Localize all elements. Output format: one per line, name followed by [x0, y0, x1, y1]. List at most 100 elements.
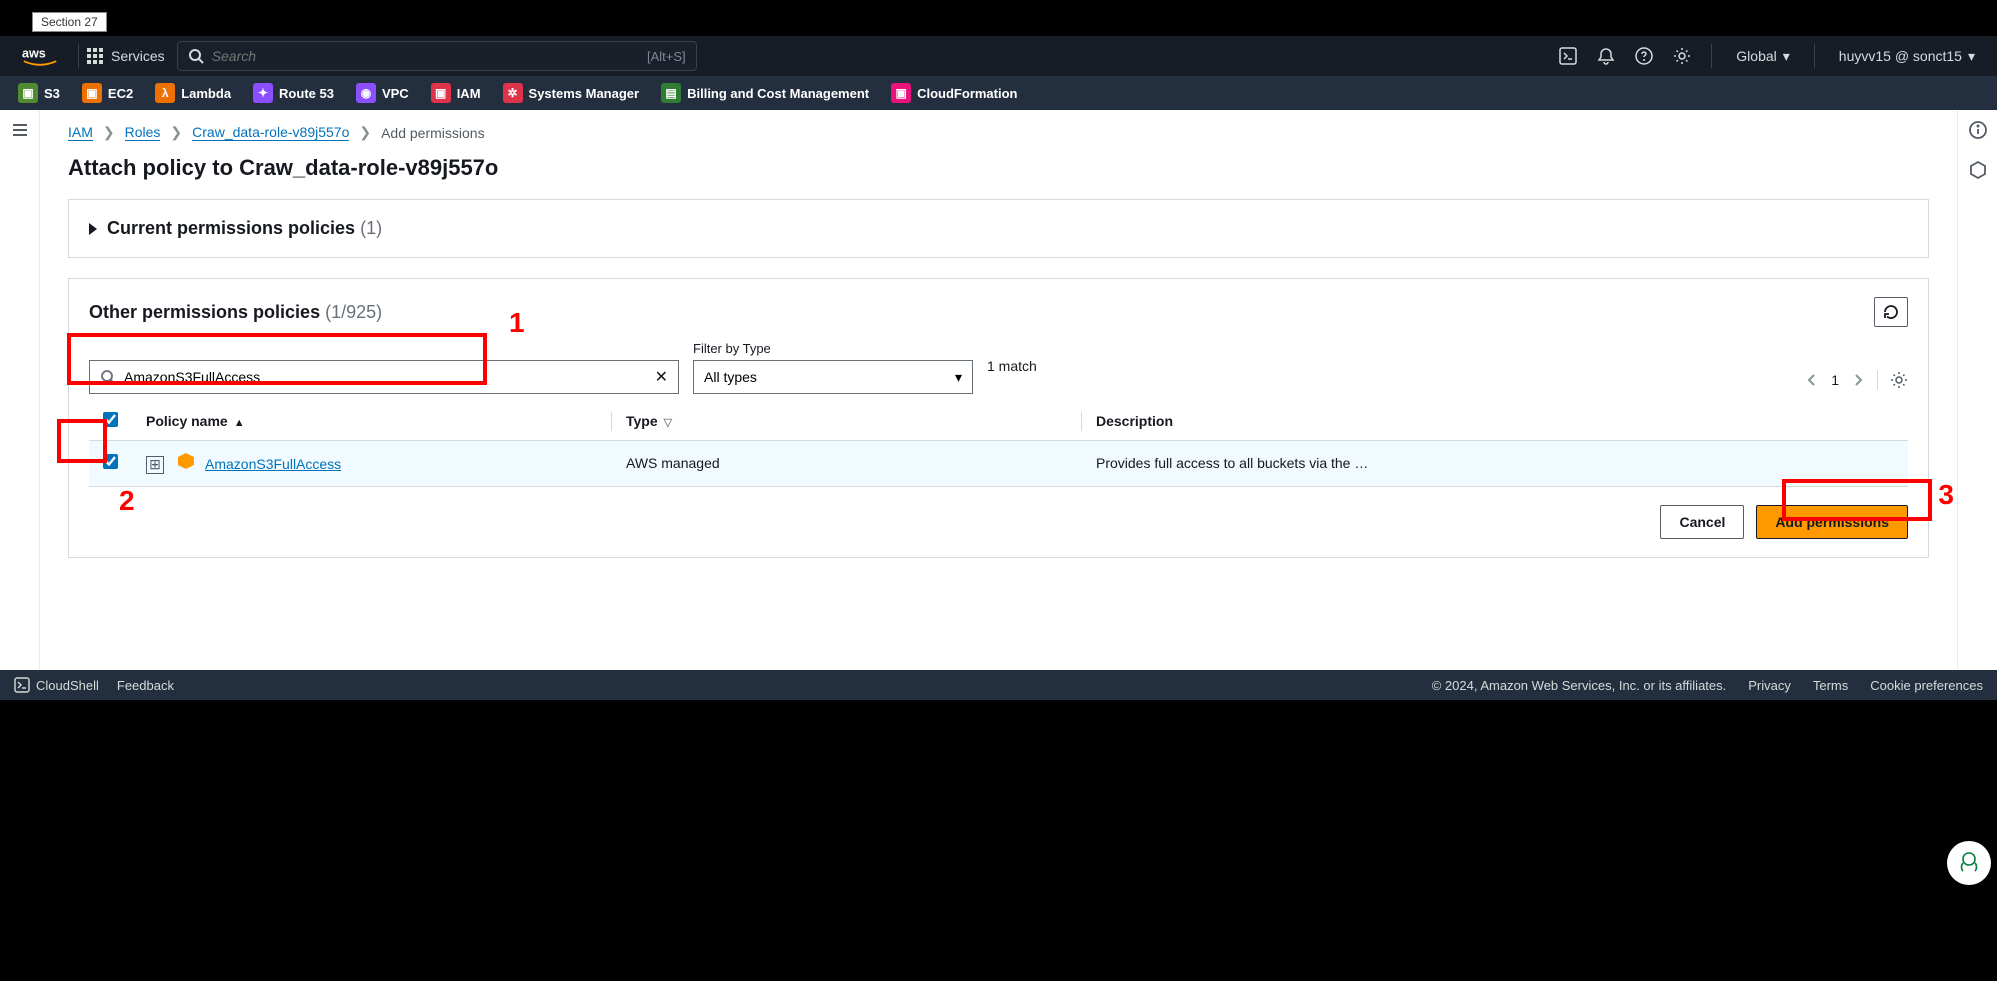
- refresh-button[interactable]: [1874, 297, 1908, 327]
- annotation-2: 2: [119, 485, 135, 517]
- region-selector[interactable]: Global ▾: [1724, 48, 1802, 65]
- current-permissions-panel[interactable]: Current permissions policies (1): [69, 200, 1928, 257]
- sort-asc-icon: ▲: [234, 417, 245, 429]
- cloudshell-link[interactable]: CloudShell: [14, 677, 99, 693]
- favorites-bar: ▣S3 ▣EC2 λLambda ✦Route 53 ◉VPC ▣IAM ✲Sy…: [0, 76, 1997, 110]
- fav-label: VPC: [382, 86, 409, 101]
- help-icon[interactable]: [1627, 39, 1661, 73]
- fav-s3[interactable]: ▣S3: [10, 79, 68, 107]
- chevron-right-icon: ❯: [359, 124, 371, 141]
- breadcrumb-iam[interactable]: IAM: [68, 124, 93, 141]
- prev-page-icon[interactable]: [1805, 373, 1819, 387]
- filter-type-value: All types: [704, 369, 757, 385]
- copyright: © 2024, Amazon Web Services, Inc. or its…: [1432, 678, 1727, 693]
- other-permissions-title: Other permissions policies: [89, 302, 320, 322]
- table-settings-icon[interactable]: [1890, 371, 1908, 389]
- chevron-down-icon: ▾: [955, 369, 962, 386]
- chevron-down-icon: ▾: [1968, 48, 1975, 65]
- table-row: ⊞ AmazonS3FullAccess AWS managed Provide…: [89, 441, 1908, 487]
- account-menu[interactable]: huyvv15 @ sonct15 ▾: [1827, 48, 1987, 65]
- select-all-checkbox[interactable]: [103, 412, 118, 427]
- sort-icon: ▽: [664, 417, 672, 429]
- sidebar-toggle[interactable]: [0, 110, 40, 670]
- match-count: 1 match: [987, 358, 1037, 378]
- col-type[interactable]: Type: [626, 413, 658, 429]
- policy-cube-icon: [178, 453, 194, 469]
- svg-text:aws: aws: [22, 47, 46, 61]
- fav-ec2[interactable]: ▣EC2: [74, 79, 141, 107]
- search-icon: [188, 48, 204, 64]
- row-checkbox[interactable]: [103, 454, 118, 469]
- current-permissions-count: (1): [360, 218, 382, 238]
- feedback-link[interactable]: Feedback: [117, 678, 174, 693]
- fav-cfn[interactable]: ▣CloudFormation: [883, 79, 1025, 107]
- aws-logo: aws: [22, 45, 58, 67]
- breadcrumb-current: Add permissions: [381, 125, 485, 141]
- col-description[interactable]: Description: [1096, 413, 1173, 429]
- section-tab: Section 27: [32, 12, 107, 32]
- filter-type-label: Filter by Type: [693, 341, 973, 356]
- policy-type: AWS managed: [612, 441, 1082, 487]
- fav-iam[interactable]: ▣IAM: [423, 79, 489, 107]
- expand-row-icon[interactable]: ⊞: [146, 456, 164, 474]
- fav-label: Systems Manager: [529, 86, 640, 101]
- fav-billing[interactable]: ▤Billing and Cost Management: [653, 79, 877, 107]
- settings-icon[interactable]: [1665, 39, 1699, 73]
- breadcrumb: IAM ❯ Roles ❯ Craw_data-role-v89j557o ❯ …: [68, 124, 1929, 141]
- fav-label: S3: [44, 86, 60, 101]
- region-label: Global: [1736, 48, 1776, 64]
- chevron-right-icon: ❯: [103, 124, 115, 141]
- assistant-badge[interactable]: [1947, 841, 1991, 885]
- policies-table: Policy name ▲ Type ▽ Description ⊞ AmazonS…: [89, 402, 1908, 487]
- filter-type-select[interactable]: All types ▾: [693, 360, 973, 394]
- info-icon[interactable]: [1968, 120, 1988, 140]
- hexagon-icon[interactable]: [1968, 160, 1988, 180]
- right-rail: [1957, 110, 1997, 670]
- cookie-link[interactable]: Cookie preferences: [1870, 678, 1983, 693]
- fav-label: EC2: [108, 86, 133, 101]
- cloudshell-label: CloudShell: [36, 678, 99, 693]
- annotation-1: 1: [509, 307, 525, 339]
- notifications-icon[interactable]: [1589, 39, 1623, 73]
- breadcrumb-roles[interactable]: Roles: [125, 124, 161, 141]
- fav-label: IAM: [457, 86, 481, 101]
- policy-search-box[interactable]: ✕: [89, 360, 679, 394]
- chevron-right-icon: ❯: [170, 124, 182, 141]
- policy-name-link[interactable]: AmazonS3FullAccess: [205, 456, 341, 472]
- clear-search-icon[interactable]: ✕: [655, 367, 668, 387]
- account-label: huyvv15 @ sonct15: [1839, 48, 1962, 64]
- global-nav: aws Services [Alt+S] Global ▾ huyvv15 @ s…: [0, 36, 1997, 76]
- services-menu[interactable]: Services: [87, 48, 165, 64]
- chevron-down-icon: ▾: [1783, 48, 1790, 65]
- cancel-button[interactable]: Cancel: [1660, 505, 1744, 539]
- privacy-link[interactable]: Privacy: [1748, 678, 1791, 693]
- annotation-3: 3: [1938, 479, 1954, 511]
- search-icon: [100, 369, 116, 385]
- terms-link[interactable]: Terms: [1813, 678, 1848, 693]
- other-permissions-panel: Other permissions policies (1/925) ✕ Fil…: [68, 278, 1929, 558]
- search-hint: [Alt+S]: [647, 49, 686, 64]
- page-title: Attach policy to Craw_data-role-v89j557o: [68, 155, 1929, 181]
- grid-icon: [87, 48, 103, 64]
- fav-label: Route 53: [279, 86, 334, 101]
- services-label: Services: [111, 48, 165, 64]
- global-search-input[interactable]: [212, 48, 512, 64]
- fav-route53[interactable]: ✦Route 53: [245, 79, 342, 107]
- global-search[interactable]: [Alt+S]: [177, 41, 697, 71]
- fav-vpc[interactable]: ◉VPC: [348, 79, 417, 107]
- fav-lambda[interactable]: λLambda: [147, 79, 239, 107]
- current-permissions-title: Current permissions policies: [107, 218, 355, 238]
- next-page-icon[interactable]: [1851, 373, 1865, 387]
- cloudshell-icon[interactable]: [1551, 39, 1585, 73]
- policy-search-input[interactable]: [124, 369, 655, 385]
- fav-label: CloudFormation: [917, 86, 1017, 101]
- page-number: 1: [1831, 372, 1839, 388]
- fav-label: Lambda: [181, 86, 231, 101]
- fav-ssm[interactable]: ✲Systems Manager: [495, 79, 648, 107]
- add-permissions-button[interactable]: Add permissions: [1756, 505, 1908, 539]
- bottom-bar: CloudShell Feedback © 2024, Amazon Web S…: [0, 670, 1997, 700]
- policy-description: Provides full access to all buckets via …: [1082, 441, 1908, 487]
- col-policy-name[interactable]: Policy name: [146, 413, 228, 429]
- fav-label: Billing and Cost Management: [687, 86, 869, 101]
- breadcrumb-role[interactable]: Craw_data-role-v89j557o: [192, 124, 349, 141]
